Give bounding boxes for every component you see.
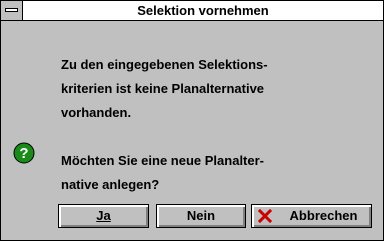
red-x-icon (258, 209, 272, 223)
question-icon: ? (13, 142, 35, 164)
yes-button-label: Ja (96, 208, 111, 223)
system-menu-button[interactable] (1, 1, 23, 20)
no-button[interactable]: Nein (156, 204, 246, 228)
dialog-window: Selektion vornehmen Zu den eingegebenen … (0, 0, 384, 241)
message-line: native anlegen? (61, 177, 160, 192)
no-button-label: Nein (186, 208, 216, 223)
message-text: Zu den eingegebenen Selektions- kriterie… (61, 53, 361, 197)
system-menu-icon (5, 8, 18, 12)
message-line: kriterien ist keine Planalternative (61, 81, 265, 96)
svg-text:?: ? (19, 145, 28, 162)
cancel-button-label: Abbrechen (289, 208, 358, 223)
title-bar[interactable]: Selektion vornehmen (1, 1, 383, 21)
message-line: Möchten Sie eine neue Planalter- (61, 153, 264, 168)
window-title: Selektion vornehmen (137, 3, 269, 18)
message-line: Zu den eingegebenen Selektions- (61, 57, 268, 72)
cancel-button[interactable]: Abbrechen (251, 204, 372, 228)
message-line: vorhanden. (61, 105, 132, 120)
yes-button[interactable]: Ja (58, 204, 149, 228)
